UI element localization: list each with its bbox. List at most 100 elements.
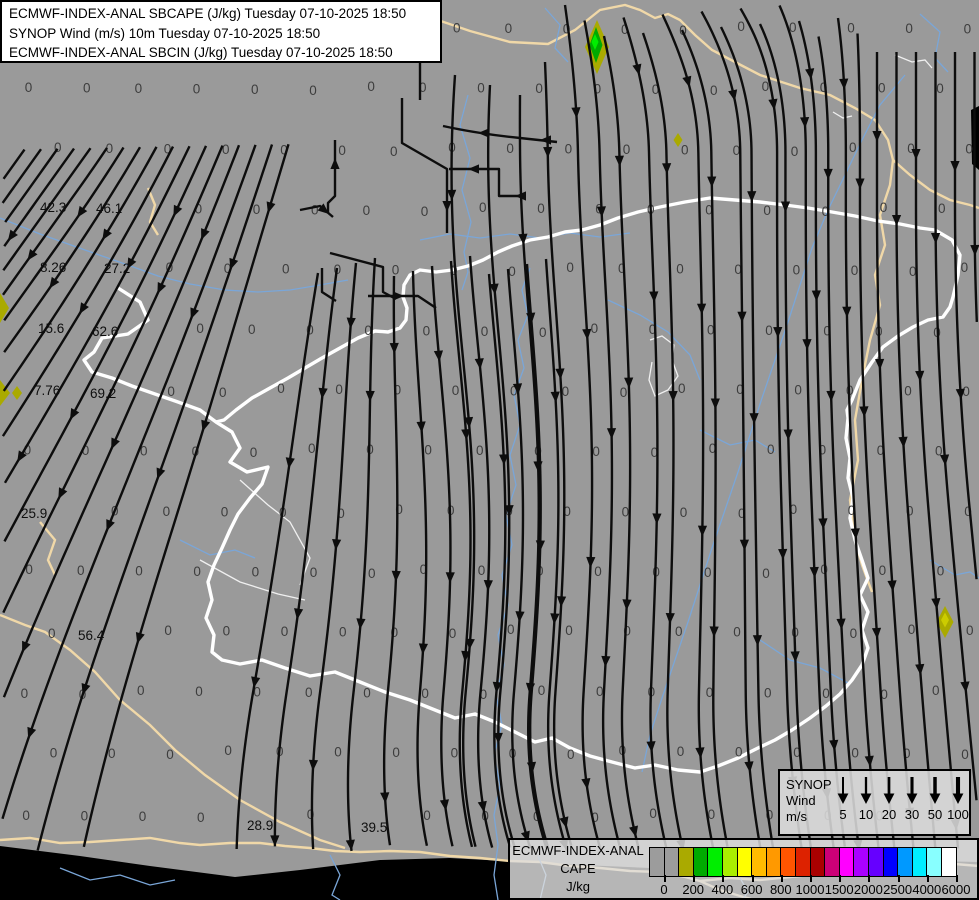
sbcin-value: 0 [850, 626, 858, 641]
cape-color-cell [883, 848, 899, 876]
sbcin-value: 0 [538, 683, 546, 698]
cape-tick-value: 0 [660, 882, 668, 897]
sbcin-value: 0 [21, 686, 29, 701]
wind-speed-value: 5 [839, 807, 847, 822]
cape-colorbar-values: 0 200 400 600 800 1000 1500 2000 2500 4000 6000 [649, 882, 971, 898]
wind-arrow-20: 20 [878, 775, 901, 834]
cape-color-cell [941, 848, 957, 876]
sbcin-value: 0 [423, 808, 431, 823]
cape-legend-unit: J/kg [566, 879, 590, 894]
wind-speed-value: 50 [927, 807, 943, 822]
wind-speed-value: 100 [947, 807, 969, 822]
sbcin-value: 0 [964, 22, 972, 37]
sbcin-value: 0 [822, 686, 830, 701]
sbcin-value: 0 [197, 810, 205, 825]
sbcin-value: 0 [596, 684, 604, 699]
sbcin-value: 0 [680, 505, 688, 520]
wind-arrow-50: 50 [924, 775, 947, 834]
sbcin-value: 0 [478, 563, 486, 578]
sbcin-value: 0 [594, 564, 602, 579]
cape-tick [751, 875, 754, 882]
sbcin-value: 0 [762, 566, 770, 581]
sbcin-value: 0 [250, 445, 258, 460]
sbcin-value: 0 [282, 261, 290, 276]
cape-color-cell [927, 848, 942, 876]
cape-color-cell [664, 848, 680, 876]
sbcin-value: 0 [649, 806, 657, 821]
sbcin-value: 0 [733, 625, 741, 640]
sbcin-value: 0 [904, 384, 912, 399]
wind-speed-legend: SYNOP Wind m/s 5 10 20 30 50 100 [778, 769, 971, 836]
cape-tick-value: 200 [682, 882, 705, 897]
sbcin-value: 0 [851, 263, 859, 278]
wind-speed-value: 30 [904, 807, 920, 822]
sbcin-value: 0 [308, 441, 316, 456]
wind-legend-wind: Wind [786, 793, 816, 808]
wind-arrow-10: 10 [855, 775, 878, 834]
wind-legend-label: SYNOP Wind m/s [780, 771, 832, 834]
cape-tick [868, 875, 871, 882]
sbcin-value: 0 [965, 141, 973, 156]
sbcin-value: 0 [452, 383, 460, 398]
sbcin-value: 0 [164, 623, 172, 638]
sbcin-value: 0 [565, 141, 573, 156]
sbcin-value: 0 [849, 140, 857, 155]
sbcin-value: 0 [139, 809, 147, 824]
cape-legend-model: ECMWF-INDEX-ANAL [512, 843, 644, 858]
sbcin-value: 0 [678, 381, 686, 396]
sbcin-value: 0 [793, 263, 801, 278]
sbcin-value: 0 [135, 81, 143, 96]
wind-arrow-5: 5 [832, 775, 855, 834]
sbcin-value: 0 [735, 744, 743, 759]
sbcin-value: 0 [22, 808, 30, 823]
sbcin-value: 0 [339, 625, 347, 640]
cape-color-cell [854, 848, 869, 876]
cape-tick-value: 600 [740, 882, 763, 897]
wind-legend-unit: m/s [786, 809, 807, 824]
cape-color-cell [766, 848, 782, 876]
sbcin-value: 0 [592, 444, 600, 459]
sbcin-value: 0 [167, 384, 175, 399]
sbcin-value: 0 [252, 565, 260, 580]
sbcin-value: 0 [620, 385, 628, 400]
sbcin-value: 0 [251, 82, 259, 97]
sbcin-value: 0 [453, 20, 461, 35]
sbcin-value: 0 [567, 747, 575, 762]
sbcin-value: 0 [704, 565, 712, 580]
sbcin-value: 0 [77, 563, 85, 578]
cape-color-cell [868, 848, 884, 876]
sbcin-value: 0 [392, 745, 400, 760]
sbcin-value: 0 [424, 442, 432, 457]
sbcin-value: 0 [421, 204, 429, 219]
sbcin-value: 0 [737, 19, 745, 34]
cape-color-cell [650, 848, 665, 876]
sbcin-value: 0 [50, 746, 58, 761]
sbcin-value: 0 [938, 201, 946, 216]
cape-tick [839, 875, 842, 882]
sbcin-value: 0 [535, 81, 543, 96]
sbcin-value: 0 [449, 626, 457, 641]
sbcin-value: 0 [363, 203, 371, 218]
sbcin-value: 0 [762, 79, 770, 94]
cape-color-cell [912, 848, 928, 876]
sbcin-value: 0 [623, 142, 631, 157]
sbcin-value: 0 [764, 686, 772, 701]
sbcin-value: 0 [363, 686, 371, 701]
cape-color-cell [839, 848, 855, 876]
sbcape-station-value: 28.9 [247, 818, 273, 833]
map-title-box: ECMWF-INDEX-ANAL SBCAPE (J/kg) Tuesday 0… [0, 0, 442, 63]
sbcin-value: 0 [675, 624, 683, 639]
sbcin-value: 0 [507, 622, 515, 637]
sbcin-value: 0 [879, 563, 887, 578]
cape-color-cell [737, 848, 753, 876]
sbcin-value: 0 [368, 566, 376, 581]
sbcin-value: 0 [505, 21, 513, 36]
wind-arrow-scale: 5 10 20 30 50 100 [832, 771, 970, 834]
sbcin-value: 0 [961, 747, 969, 762]
cape-tick [810, 875, 812, 882]
wind-speed-value: 20 [881, 807, 897, 822]
sbcin-value: 0 [477, 80, 485, 95]
cape-color-cell [708, 848, 723, 876]
cape-color-cell [781, 848, 796, 876]
sbcin-value: 0 [937, 563, 945, 578]
